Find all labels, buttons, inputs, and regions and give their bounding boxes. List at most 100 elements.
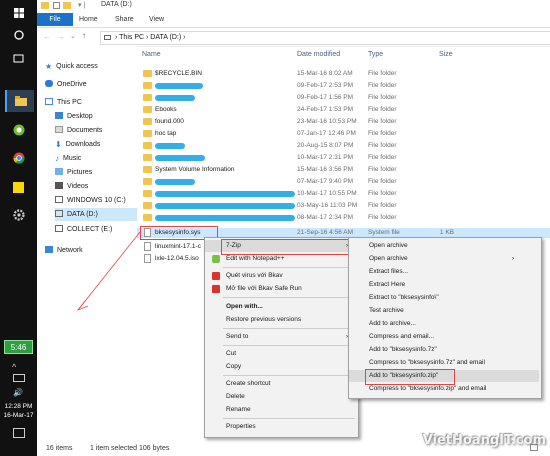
- search-icon[interactable]: [5, 24, 32, 46]
- videos-icon: [55, 182, 63, 189]
- file-explorer-icon[interactable]: [5, 90, 34, 112]
- menu-item-add-to-archive[interactable]: Add to archive...: [349, 318, 416, 330]
- column-header-type[interactable]: Type: [368, 51, 383, 58]
- menu-item-send-to[interactable]: Send to ›: [205, 331, 354, 343]
- nav-item-this-pc[interactable]: This PC: [45, 96, 82, 109]
- submenu-arrow-icon: ›: [511, 255, 514, 262]
- menu-item-create-shortcut[interactable]: Create shortcut: [205, 378, 270, 390]
- recent-locations-icon[interactable]: ⌄: [70, 32, 76, 40]
- file-row[interactable]: 20-Aug-15 8:07 PM File folder: [137, 141, 457, 151]
- file-row[interactable]: 10-Mar-17 10:55 PM File folder: [137, 189, 457, 199]
- breadcrumb-data-d[interactable]: DATA (D:): [150, 34, 181, 41]
- menu-label: Send to: [226, 333, 249, 340]
- cloud-icon: [45, 80, 53, 87]
- forward-arrow-icon[interactable]: →: [57, 32, 65, 41]
- menu-item-copy[interactable]: Copy: [205, 361, 241, 373]
- file-date: 07-Mar-17 9:40 PM: [297, 178, 353, 185]
- tab-view[interactable]: View: [149, 13, 164, 26]
- menu-item-notepadpp[interactable]: Edit with Notepad++: [205, 253, 285, 265]
- file-row[interactable]: hoc tap 07-Jan-17 12:46 PM File folder: [137, 129, 457, 139]
- chrome-icon[interactable]: [5, 147, 32, 169]
- menu-item-rename[interactable]: Rename: [205, 404, 251, 416]
- nav-item-downloads[interactable]: ⬇ Downloads: [55, 138, 100, 151]
- menu-item-compress-email[interactable]: Compress and email...: [349, 331, 434, 343]
- up-arrow-icon[interactable]: ↑: [82, 31, 86, 40]
- file-row[interactable]: System Volume Information 15-Mar-16 3:56 …: [137, 165, 457, 175]
- menu-item-extract-here[interactable]: Extract Here: [349, 279, 405, 291]
- menu-item-bkav-safe-run[interactable]: Mở file với Bkav Safe Run: [205, 283, 302, 295]
- file-type: File folder: [368, 142, 397, 149]
- redaction-mark: [155, 203, 295, 209]
- menu-item-delete[interactable]: Delete: [205, 391, 245, 403]
- file-row[interactable]: Ebooks 24-Feb-17 1:53 PM File folder: [137, 105, 457, 115]
- menu-item-bkav-scan[interactable]: Quét virus với Bkav: [205, 270, 283, 282]
- menu-item-open-with[interactable]: Open with...: [205, 301, 263, 313]
- clock-date: 16-Mar-17: [3, 412, 34, 419]
- nav-item-windows-c[interactable]: WINDOWS 10 (C:): [55, 194, 126, 207]
- tab-home[interactable]: Home: [79, 13, 98, 26]
- address-toolbar: ← → ⌄ ↑ › This PC › DATA (D:) ›: [37, 28, 550, 47]
- file-row[interactable]: 07-Mar-17 9:40 PM File folder: [137, 177, 457, 187]
- back-arrow-icon[interactable]: ←: [43, 32, 51, 41]
- menu-label: Extract files...: [369, 268, 409, 275]
- torrent-icon[interactable]: [5, 119, 32, 141]
- task-view-icon[interactable]: [5, 47, 32, 69]
- nav-item-quick-access[interactable]: ★ Quick access: [45, 60, 98, 73]
- menu-item-compress-zip-email[interactable]: Compress to "bksesysinfo.zip" and email: [349, 383, 486, 395]
- windows-logo-icon[interactable]: [5, 2, 32, 24]
- menu-item-extract-files[interactable]: Extract files...: [349, 266, 408, 278]
- menu-item-open-archive-sub[interactable]: Open archive ›: [349, 253, 520, 265]
- download-icon: ⬇: [55, 140, 62, 149]
- annotation-arrow: [76, 231, 141, 311]
- menu-item-properties[interactable]: Properties: [205, 421, 256, 433]
- file-row[interactable]: 09-Feb-17 2:53 PM File folder: [137, 81, 457, 91]
- drive-icon: [55, 210, 63, 217]
- redaction-mark: [155, 83, 203, 89]
- nav-item-pictures[interactable]: Pictures: [55, 166, 92, 179]
- quick-access-dropdown-icon[interactable]: ▾ |: [78, 1, 85, 9]
- tab-share[interactable]: Share: [115, 13, 134, 26]
- file-date: 03-May-16 11:03 PM: [297, 202, 358, 209]
- address-bar[interactable]: › This PC › DATA (D:) ›: [100, 31, 550, 45]
- menu-item-cut[interactable]: Cut: [205, 348, 236, 360]
- menu-item-test-archive[interactable]: Test archive: [349, 305, 404, 317]
- file-row[interactable]: 03-May-16 11:03 PM File folder: [137, 201, 457, 211]
- breadcrumb-this-pc[interactable]: This PC: [119, 34, 144, 41]
- sticky-notes-icon[interactable]: [5, 176, 32, 198]
- menu-item-add-to-7z[interactable]: Add to "bksesysinfo.7z": [349, 344, 437, 356]
- file-row[interactable]: found.000 23-Mar-16 10:53 PM File folder: [137, 117, 457, 127]
- nav-label: Quick access: [56, 63, 98, 70]
- menu-item-restore-versions[interactable]: Restore previous versions: [205, 314, 301, 326]
- nav-item-data-d[interactable]: DATA (D:): [55, 208, 137, 221]
- menu-item-extract-to[interactable]: Extract to "bksesysinfo\": [349, 292, 439, 304]
- settings-icon[interactable]: [5, 204, 32, 226]
- redaction-mark: [155, 95, 195, 101]
- file-row[interactable]: 08-Mar-17 2:34 PM File folder: [137, 213, 457, 223]
- file-row[interactable]: $RECYCLE.BIN 15-Mar-16 8:02 AM File folder: [137, 69, 457, 79]
- new-folder-quick-icon[interactable]: [63, 2, 71, 9]
- nav-item-music[interactable]: ♪ Music: [55, 152, 81, 165]
- nav-item-documents[interactable]: Documents: [55, 124, 102, 137]
- nav-item-desktop[interactable]: Desktop: [55, 110, 93, 123]
- nav-item-videos[interactable]: Videos: [55, 180, 88, 193]
- column-header-name[interactable]: Name: [142, 51, 161, 58]
- redaction-mark: [155, 179, 195, 185]
- battery-indicator[interactable]: 5:46: [4, 340, 33, 354]
- file-row[interactable]: 10-Mar-17 2:31 PM File folder: [137, 153, 457, 163]
- properties-quick-icon[interactable]: [53, 2, 60, 9]
- bkav-shield-icon: [212, 285, 220, 293]
- tab-file[interactable]: File: [37, 13, 73, 26]
- file-row[interactable]: 09-Feb-17 1:56 PM File folder: [137, 93, 457, 103]
- menu-item-open-archive[interactable]: Open archive: [349, 240, 408, 252]
- notifications-icon[interactable]: [13, 428, 25, 438]
- volume-icon[interactable]: 🔊: [13, 388, 23, 397]
- clock[interactable]: 12:28 PM 16-Mar-17: [0, 402, 37, 420]
- menu-item-compress-7z-email[interactable]: Compress to "bksesysinfo.7z" and email: [349, 357, 485, 369]
- file-date: 15-Mar-16 8:02 AM: [297, 70, 353, 77]
- column-header-size[interactable]: Size: [439, 51, 453, 58]
- network-tray-icon[interactable]: [13, 374, 25, 382]
- nav-item-onedrive[interactable]: OneDrive: [45, 78, 87, 91]
- chevron-up-icon[interactable]: ^: [12, 362, 16, 372]
- column-header-date[interactable]: Date modified: [297, 51, 340, 58]
- folder-icon: [143, 94, 152, 101]
